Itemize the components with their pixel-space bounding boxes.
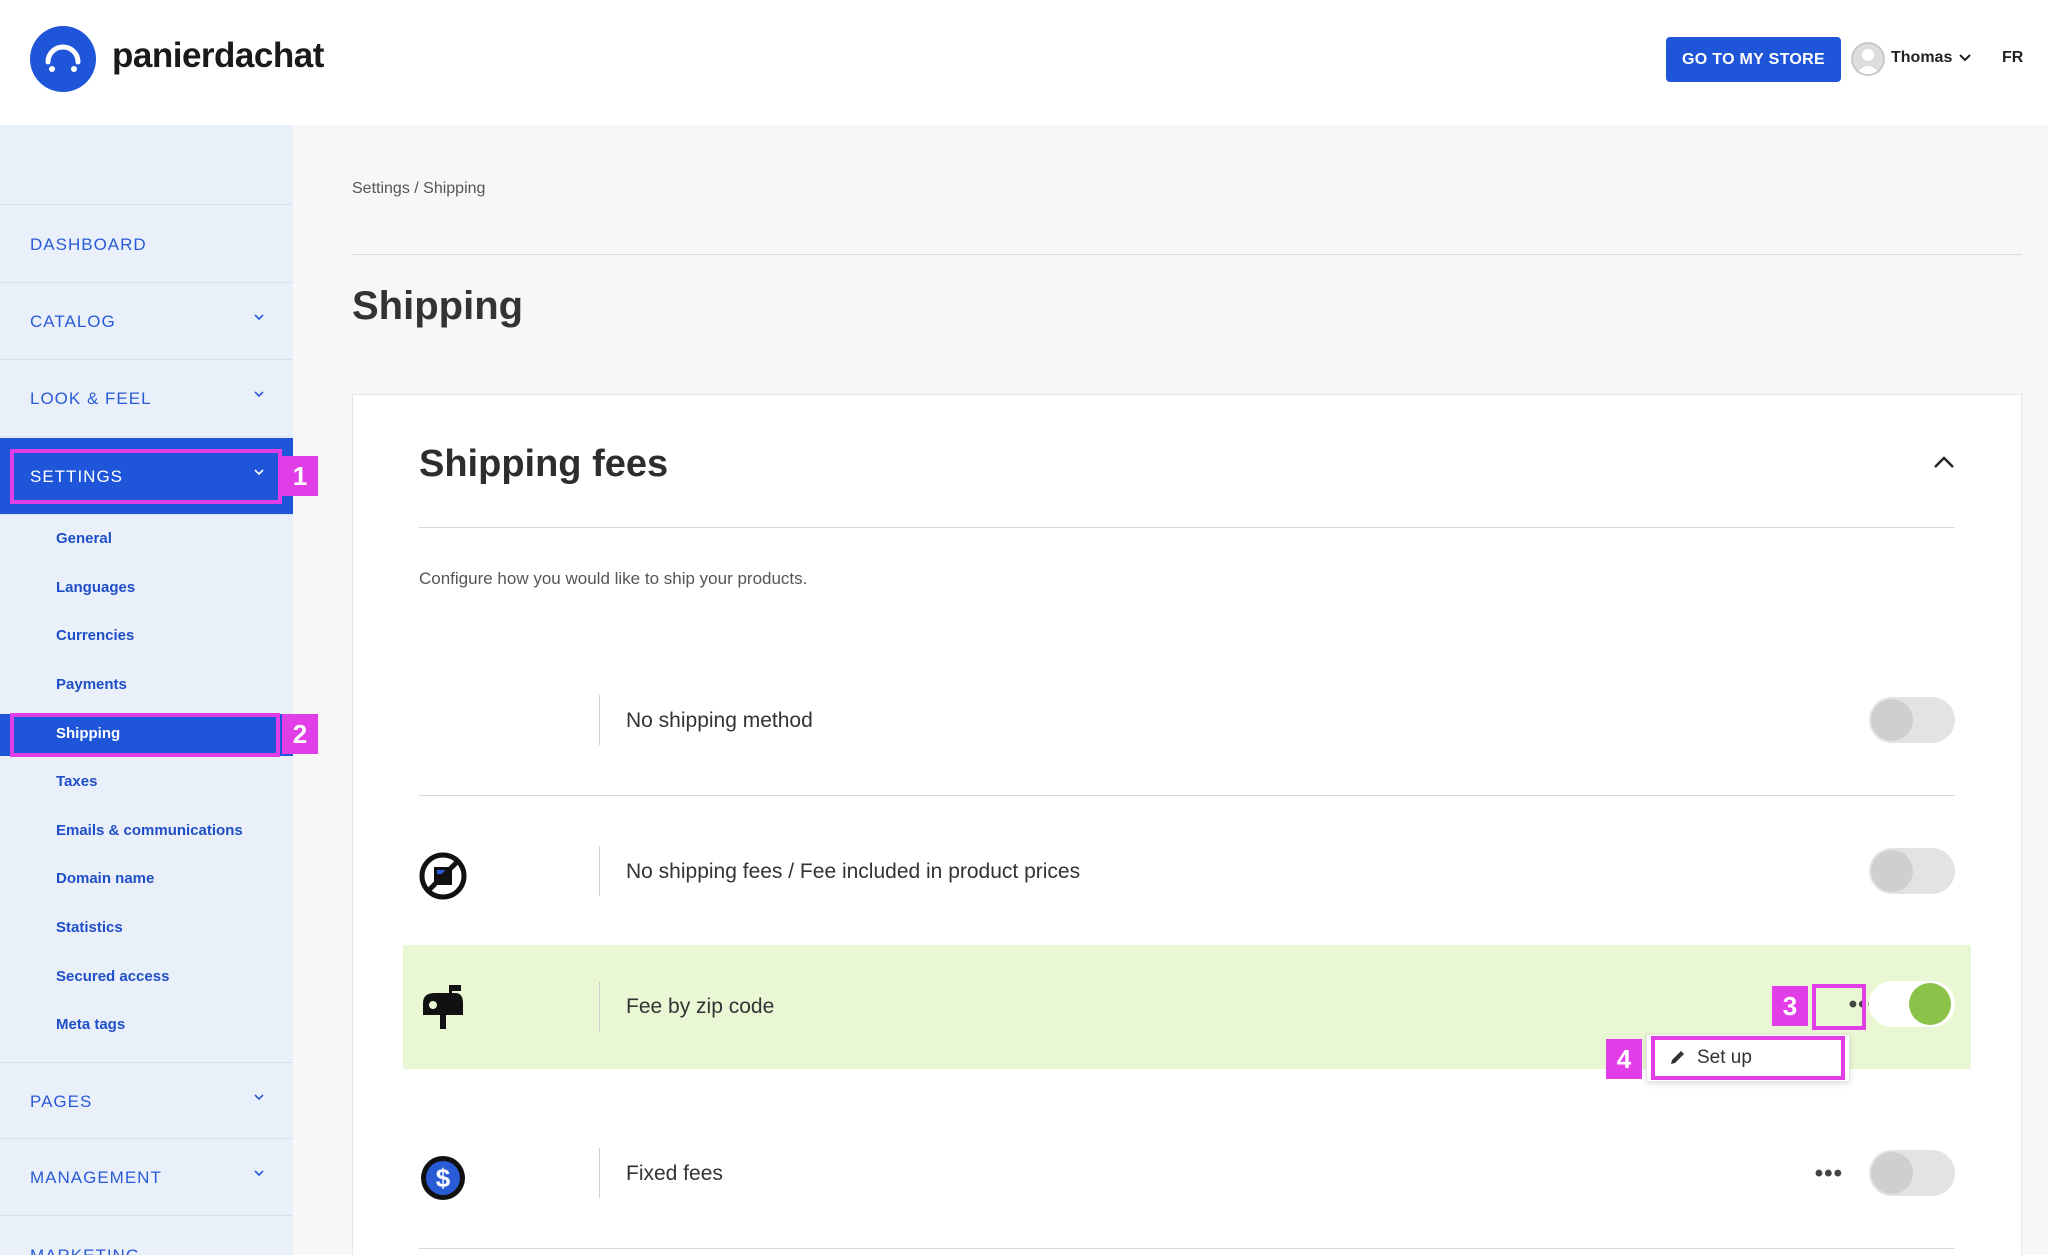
sidebar-item-dashboard[interactable]: DASHBOARD: [0, 206, 293, 283]
avatar[interactable]: [1851, 42, 1885, 76]
divider: [352, 254, 2022, 255]
sidebar-subitem-languages[interactable]: Languages: [0, 568, 293, 608]
shipping-option-row: No shipping fees / Fee included in produ…: [419, 796, 1955, 947]
sidebar-subitem-label: Domain name: [56, 870, 155, 887]
sidebar-subitem-label: Statistics: [56, 919, 123, 936]
option-label: No shipping method: [626, 709, 813, 732]
option-toggle[interactable]: [1869, 697, 1955, 743]
option-toggle[interactable]: [1869, 1150, 1955, 1196]
sidebar-subitem-general[interactable]: General: [0, 519, 293, 559]
sidebar-subitem-label: Payments: [56, 676, 127, 693]
option-label: No shipping fees / Fee included in produ…: [626, 860, 1081, 883]
divider: [599, 982, 600, 1032]
divider: [599, 695, 600, 745]
sidebar-subitem-taxes[interactable]: Taxes: [0, 762, 293, 802]
shipping-option-row: $ Fixed fees •••: [419, 1098, 1955, 1249]
sidebar-item-label: PAGES: [30, 1092, 93, 1111]
chevron-down-icon[interactable]: [1958, 50, 1972, 67]
sidebar-item-label: CATALOG: [30, 312, 116, 331]
shipping-option-row: No shipping method: [419, 645, 1955, 796]
option-toggle[interactable]: [1869, 848, 1955, 894]
sidebar-subitem-meta-tags[interactable]: Meta tags: [0, 1005, 293, 1045]
highlight-setup: [1651, 1036, 1845, 1080]
sidebar-subitem-label: Emails & communications: [56, 822, 243, 839]
brand-name[interactable]: panierdachat: [112, 36, 324, 76]
sidebar-subitem-secured-access[interactable]: Secured access: [0, 957, 293, 997]
sidebar-item-label: DASHBOARD: [30, 235, 147, 254]
sidebar-item-marketing[interactable]: MARKETING: [0, 1217, 293, 1255]
svg-text:$: $: [436, 1163, 451, 1193]
annotation-4: 4: [1606, 1039, 1642, 1079]
user-menu[interactable]: Thomas: [1891, 49, 1952, 67]
divider: [419, 527, 1955, 528]
chevron-down-icon: [253, 1090, 265, 1106]
option-toggle[interactable]: [1869, 981, 1955, 1027]
sidebar-subitem-domain-name[interactable]: Domain name: [0, 859, 293, 899]
sidebar-subitem-label: Meta tags: [56, 1016, 126, 1033]
sidebar-item-label: LOOK & FEEL: [30, 389, 152, 408]
sidebar-subitem-label: Currencies: [56, 627, 135, 644]
more-options-button[interactable]: •••: [1815, 1160, 1843, 1188]
chevron-down-icon: [253, 1166, 265, 1182]
toggle-knob: [1871, 850, 1913, 892]
sidebar-item-label: MANAGEMENT: [30, 1168, 162, 1187]
logo-icon[interactable]: [30, 26, 96, 92]
mailbox-icon: [419, 983, 467, 1031]
chevron-down-icon: [253, 387, 265, 403]
shipping-fees-card: Shipping fees Configure how you would li…: [352, 394, 2022, 1255]
chevron-down-icon: [253, 310, 265, 326]
option-label: Fixed fees: [626, 1162, 723, 1185]
sidebar-item-label: MARKETING: [30, 1246, 140, 1255]
sidebar-subitem-emails[interactable]: Emails & communications: [0, 811, 293, 851]
toggle-knob: [1871, 699, 1913, 741]
highlight-settings: [10, 449, 282, 504]
go-to-store-button[interactable]: GO TO MY STORE: [1666, 37, 1841, 82]
breadcrumb[interactable]: Settings / Shipping: [352, 180, 485, 198]
sidebar-spacer: [0, 125, 293, 205]
sidebar-item-catalog[interactable]: CATALOG: [0, 283, 293, 360]
divider: [599, 1148, 600, 1198]
sidebar-subitem-label: Taxes: [56, 773, 98, 790]
page-title: Shipping: [352, 284, 524, 328]
dollar-coin-icon: $: [419, 1154, 467, 1202]
sidebar-item-look-feel[interactable]: LOOK & FEEL: [0, 360, 293, 437]
highlight-shipping: [10, 713, 280, 757]
sidebar-subitem-statistics[interactable]: Statistics: [0, 908, 293, 948]
language-switch[interactable]: FR: [2002, 49, 2023, 67]
sidebar-item-management[interactable]: MANAGEMENT: [0, 1139, 293, 1216]
no-fee-icon: [419, 852, 467, 900]
divider: [599, 846, 600, 896]
sidebar: DASHBOARD CATALOG LOOK & FEEL SETTINGS G…: [0, 125, 293, 1255]
sidebar-subitem-label: Secured access: [56, 968, 170, 985]
sidebar-item-pages[interactable]: PAGES: [0, 1062, 293, 1139]
annotation-1: 1: [282, 456, 318, 496]
chevron-up-icon[interactable]: [1933, 455, 1955, 469]
sidebar-subitem-payments[interactable]: Payments: [0, 665, 293, 705]
card-title: Shipping fees: [419, 443, 669, 485]
top-bar: panierdachat GO TO MY STORE Thomas FR: [0, 0, 2048, 125]
toggle-knob: [1871, 1152, 1913, 1194]
option-label: Fee by zip code: [626, 995, 775, 1018]
annotation-2: 2: [282, 714, 318, 754]
card-description: Configure how you would like to ship you…: [419, 569, 808, 588]
highlight-more-options: [1812, 984, 1866, 1030]
annotation-3: 3: [1772, 986, 1808, 1026]
sidebar-subitem-currencies[interactable]: Currencies: [0, 616, 293, 656]
sidebar-subitem-label: General: [56, 530, 112, 547]
sidebar-subitem-label: Languages: [56, 579, 136, 596]
toggle-knob: [1909, 983, 1951, 1025]
